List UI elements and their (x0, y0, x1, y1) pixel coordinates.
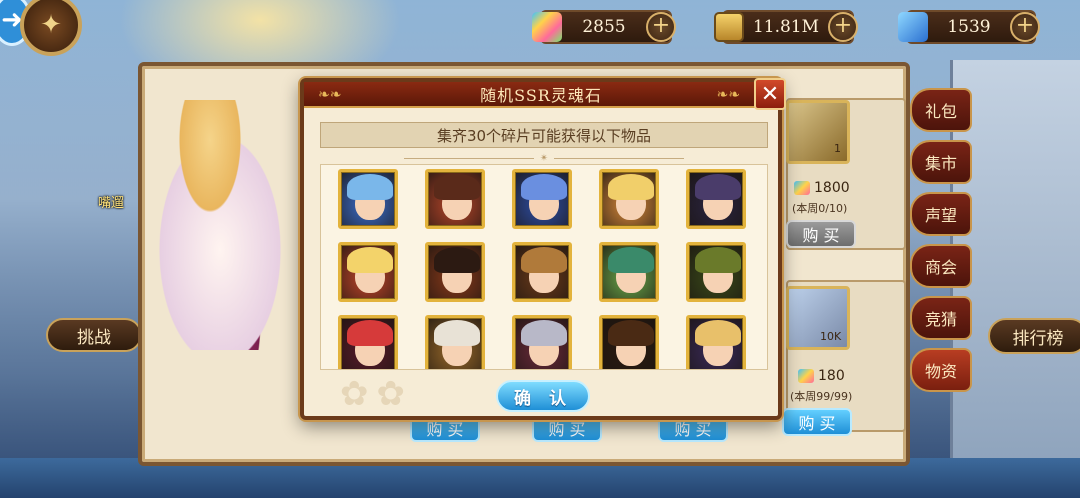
bird-label: 嘴遛 (98, 196, 125, 211)
buy-button[interactable]: 购 买 (782, 408, 852, 436)
hero-hair (347, 247, 393, 273)
menu-reputation[interactable]: 声望 (910, 192, 972, 236)
item-count: 1 (834, 142, 841, 155)
divider: ✴ (404, 152, 685, 164)
close-button[interactable]: ✕ (754, 78, 786, 110)
hero-hair (608, 320, 654, 346)
hero-portrait[interactable] (512, 315, 572, 369)
gold-count: 11.81M (752, 17, 820, 37)
price-value: 180 (818, 368, 845, 384)
hero-portrait[interactable] (686, 315, 746, 369)
gold-bar-icon (714, 12, 744, 42)
side-menu: 礼包 集市 声望 商会 竞猜 物资 (910, 88, 972, 400)
hero-portrait[interactable] (686, 169, 746, 229)
dialog-header: ❧❧ 随机SSR灵魂石 ❧❧ (304, 82, 778, 108)
hero-portrait[interactable] (425, 169, 485, 229)
hero-portrait[interactable] (512, 242, 572, 302)
challenge-button[interactable]: 挑战 (46, 318, 142, 352)
hero-grid (338, 169, 746, 369)
hero-hair (695, 320, 741, 346)
ornament-icon: ❧❧ (716, 87, 740, 103)
purchase-limit: (本周99/99) (790, 390, 853, 403)
hero-portrait[interactable] (425, 242, 485, 302)
compass-icon: ✦ (40, 10, 62, 40)
hero-hair (521, 247, 567, 273)
leaderboard-button[interactable]: 排行榜 (988, 318, 1080, 354)
reward-preview-dialog: ❧❧ 随机SSR灵魂石 ❧❧ ✕ 集齐30个碎片可能获得以下物品 ✴ ✿✿ 确 … (300, 78, 786, 420)
hero-portrait[interactable] (599, 315, 659, 369)
resource-gems: 2855 + (532, 10, 676, 44)
hero-hair (521, 320, 567, 346)
hero-hair (434, 174, 480, 200)
buy-button[interactable]: 购 买 (786, 220, 856, 248)
ornament-icon: ❧❧ (318, 87, 342, 103)
hero-hair (695, 174, 741, 200)
decorative-pattern: ✿✿ (340, 374, 413, 414)
menu-supplies[interactable]: 物资 (910, 348, 972, 392)
add-crystals-button[interactable]: + (1010, 12, 1040, 42)
dialog-subtitle: 集齐30个碎片可能获得以下物品 (320, 122, 768, 148)
hero-hair (521, 174, 567, 200)
hero-portrait[interactable] (686, 242, 746, 302)
hero-hair (695, 247, 741, 273)
confirm-button[interactable]: 确 认 (496, 380, 590, 412)
rainbow-gem-icon (794, 181, 810, 195)
hero-illustration (150, 100, 300, 350)
crystal-count: 1539 (947, 17, 991, 37)
hero-portrait[interactable] (425, 315, 485, 369)
rainbow-gem-icon (532, 12, 562, 42)
add-gold-button[interactable]: + (828, 12, 858, 42)
hero-hair (434, 320, 480, 346)
hero-portrait[interactable] (599, 242, 659, 302)
blue-crystal-icon (898, 12, 928, 42)
hero-hair (347, 174, 393, 200)
hero-hair (434, 247, 480, 273)
resource-gold: 11.81M + (714, 10, 858, 44)
gem-count: 2855 (582, 17, 626, 37)
menu-gift-pack[interactable]: 礼包 (910, 88, 972, 132)
dialog-title: 随机SSR灵魂石 (480, 86, 602, 105)
hero-hair (347, 320, 393, 346)
purchase-limit: (本周0/10) (792, 202, 848, 215)
hero-grid-container (320, 164, 768, 370)
menu-guild-shop[interactable]: 商会 (910, 244, 972, 288)
hero-portrait[interactable] (512, 169, 572, 229)
hero-hair (608, 174, 654, 200)
add-gems-button[interactable]: + (646, 12, 676, 42)
item-price: 180 (798, 368, 845, 384)
hero-hair (608, 247, 654, 273)
hero-portrait[interactable] (599, 169, 659, 229)
hero-portrait[interactable] (338, 315, 398, 369)
hero-portrait[interactable] (338, 169, 398, 229)
close-icon: ✕ (760, 81, 780, 107)
star-icon: ✴ (539, 152, 549, 164)
menu-market[interactable]: 集市 (910, 140, 972, 184)
menu-betting[interactable]: 竞猜 (910, 296, 972, 340)
resource-crystals: 1539 + (898, 10, 1040, 44)
hero-portrait[interactable] (338, 242, 398, 302)
price-value: 1800 (814, 180, 850, 196)
rainbow-gem-icon (798, 369, 814, 383)
item-count: 10K (820, 330, 842, 343)
item-price: 1800 (794, 180, 850, 196)
